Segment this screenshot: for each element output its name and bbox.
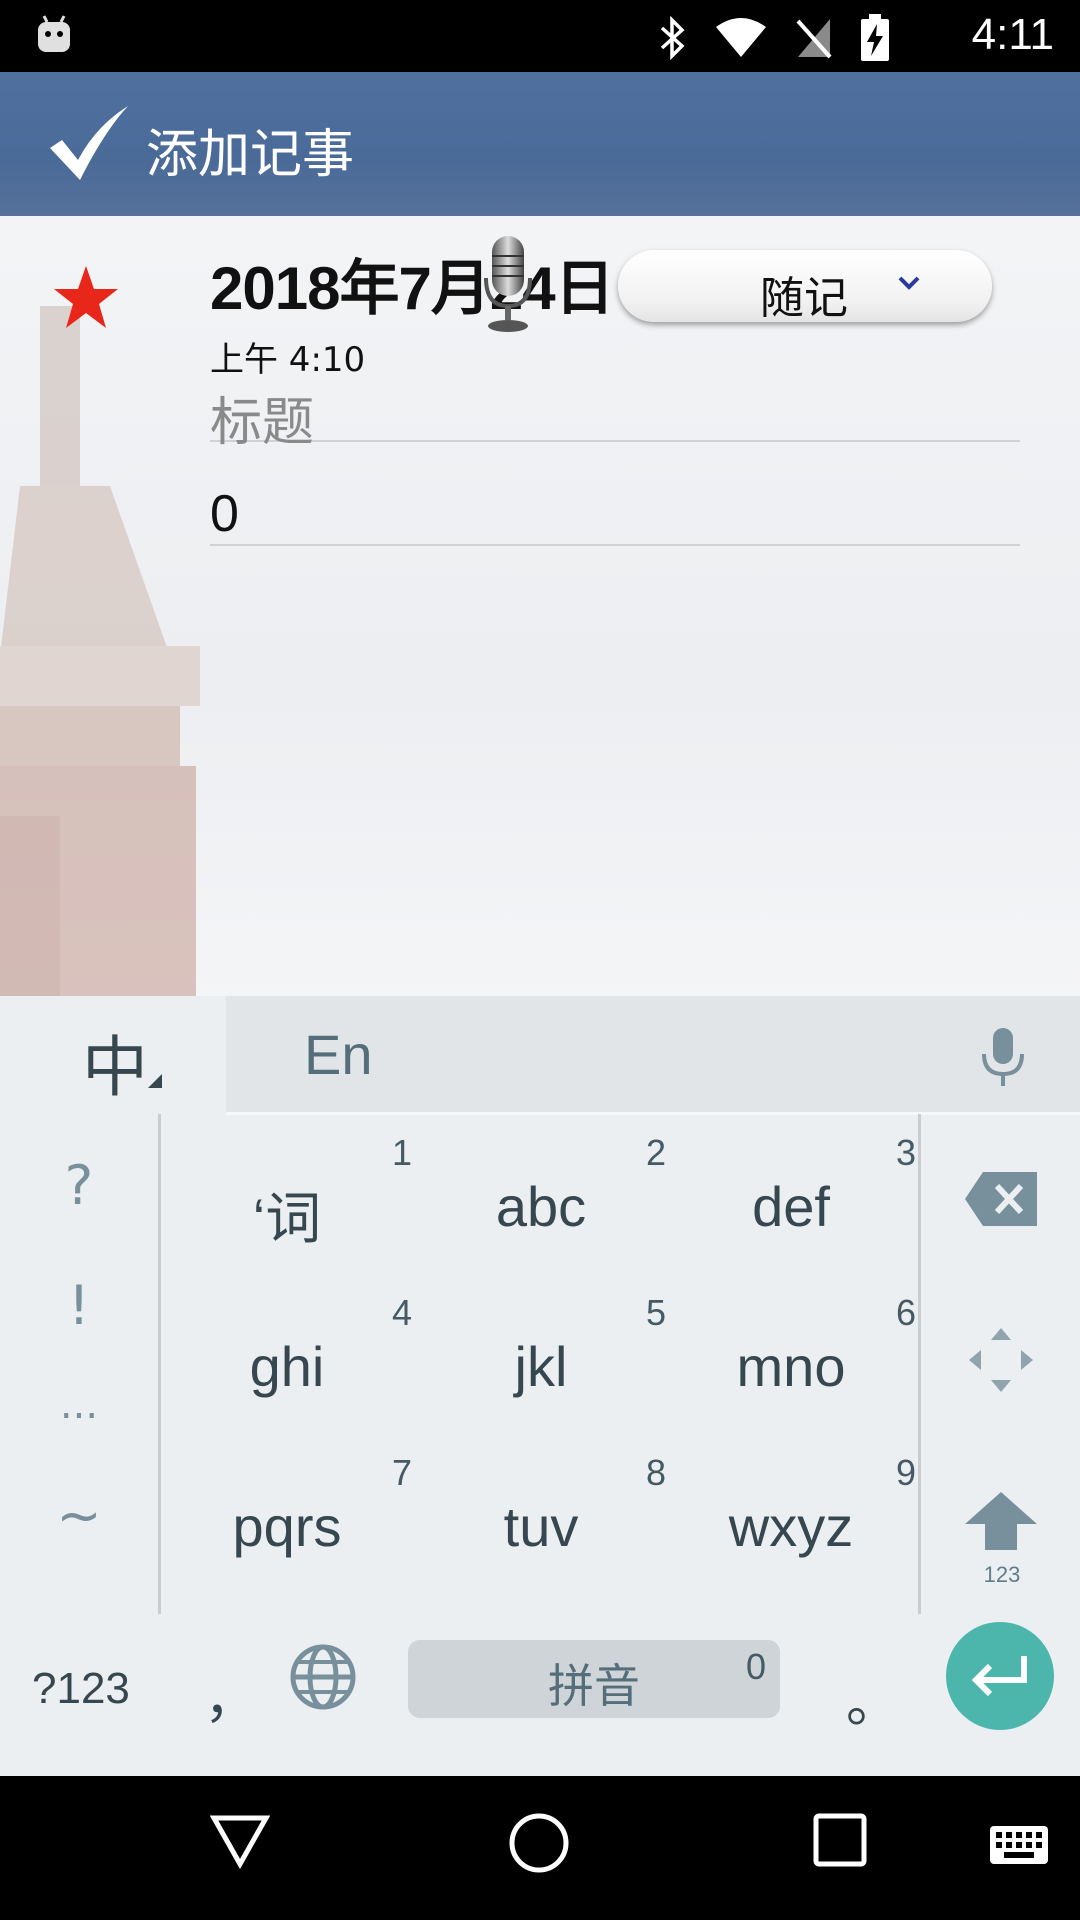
microphone-icon[interactable] (478, 234, 538, 334)
key-label: def (752, 1175, 830, 1238)
page-title: 添加记事 (146, 125, 355, 185)
category-label: 随记 (760, 273, 848, 324)
key-number: 8 (645, 1452, 666, 1493)
chinese-mode-key[interactable]: 中 (0, 996, 226, 1114)
key-label: mno (736, 1335, 846, 1398)
shift-arrow-icon[interactable] (965, 1492, 1037, 1550)
shift-sub-label: 123 (983, 1562, 1021, 1587)
question-key[interactable]: ? (0, 1154, 158, 1217)
period-key[interactable]: 。 (846, 1658, 900, 1737)
title-placeholder: 标题 (210, 393, 315, 453)
exclamation-key[interactable]: ! (0, 1274, 158, 1337)
candidate-bar[interactable]: En (226, 996, 1080, 1115)
wifi-icon (716, 18, 766, 57)
title-field[interactable]: 标题 (210, 380, 1020, 453)
cursor-move-icon[interactable] (969, 1328, 1033, 1392)
space-number: 0 (745, 1646, 766, 1687)
key-1[interactable]: ‘词 1 (160, 1114, 414, 1274)
back-icon[interactable] (210, 1812, 270, 1870)
english-mode-label[interactable]: En (304, 1022, 373, 1087)
key-5[interactable]: jkl 5 (414, 1274, 668, 1434)
key-label: wxyz (728, 1495, 854, 1558)
key-3[interactable]: def 3 (664, 1114, 918, 1274)
key-number: 4 (391, 1292, 412, 1333)
star-icon[interactable] (54, 266, 118, 328)
keyboard-icon[interactable] (988, 1824, 1050, 1868)
home-icon[interactable] (508, 1812, 570, 1874)
space-label: 拼音 (548, 1659, 640, 1713)
tilde-key[interactable]: ~ (0, 1484, 158, 1547)
note-date[interactable]: 2018年7月24日 (210, 240, 615, 327)
globe-icon[interactable] (290, 1644, 356, 1710)
key-number: 9 (895, 1452, 916, 1493)
key-number: 5 (645, 1292, 666, 1333)
status-time: 4:11 (971, 10, 1054, 59)
enter-arrow-icon (971, 1656, 1027, 1697)
action-bar: 添加记事 (0, 72, 1080, 216)
key-number: 7 (391, 1452, 412, 1493)
body-value: 0 (210, 485, 239, 543)
no-sim-icon (796, 19, 832, 59)
background-tower-image (0, 306, 200, 996)
backspace-icon[interactable] (965, 1172, 1037, 1226)
note-editor: 2018年7月24日 随记 上午 4:10 标题 0 (0, 216, 1080, 996)
corner-triangle-icon (148, 1074, 162, 1088)
action-column: 123 (918, 1114, 1080, 1614)
comma-key[interactable]: ， (204, 1654, 258, 1733)
key-number: 3 (895, 1132, 916, 1173)
key-label: jkl (514, 1335, 568, 1398)
key-4[interactable]: ghi 4 (160, 1274, 414, 1434)
key-9[interactable]: wxyz 9 (664, 1434, 918, 1594)
symbols-key[interactable]: ?123 (32, 1664, 130, 1714)
body-field[interactable]: 0 (210, 484, 1020, 546)
key-8[interactable]: tuv 8 (414, 1434, 668, 1594)
ellipsis-key[interactable]: ... (0, 1382, 158, 1428)
key-7[interactable]: pqrs 7 (160, 1434, 414, 1594)
key-6[interactable]: mno 6 (664, 1274, 918, 1434)
key-number: 1 (391, 1132, 412, 1173)
key-label: tuv (503, 1495, 579, 1558)
status-bar: 4:11 (0, 0, 1080, 72)
battery-charging-icon (861, 14, 889, 61)
space-key[interactable]: 拼音 0 (408, 1640, 780, 1718)
key-label: ‘词 (252, 1187, 322, 1250)
voice-input-icon[interactable] (978, 1026, 1028, 1088)
navigation-bar (0, 1776, 1080, 1920)
key-2[interactable]: abc 2 (414, 1114, 668, 1274)
symbol-column: ? ! ... ~ (0, 1114, 161, 1614)
chevron-down-icon (898, 276, 920, 290)
android-icon (38, 15, 70, 52)
category-dropdown[interactable]: 随记 (618, 250, 992, 324)
keyboard: 中 En ? ! ... ~ ‘词 1 abc 2 def 3 ghi 4 jk… (0, 996, 1080, 1776)
bluetooth-icon (660, 16, 685, 60)
key-number: 2 (645, 1132, 666, 1173)
key-label: ghi (249, 1335, 325, 1398)
recents-icon[interactable] (812, 1812, 868, 1868)
checkmark-icon[interactable] (48, 104, 130, 184)
key-number: 6 (895, 1292, 916, 1333)
key-label: pqrs (232, 1495, 342, 1558)
enter-key[interactable] (946, 1622, 1054, 1730)
chinese-mode-label: 中 (82, 1029, 148, 1106)
key-label: abc (495, 1175, 587, 1238)
note-time[interactable]: 上午 4:10 (210, 332, 365, 381)
